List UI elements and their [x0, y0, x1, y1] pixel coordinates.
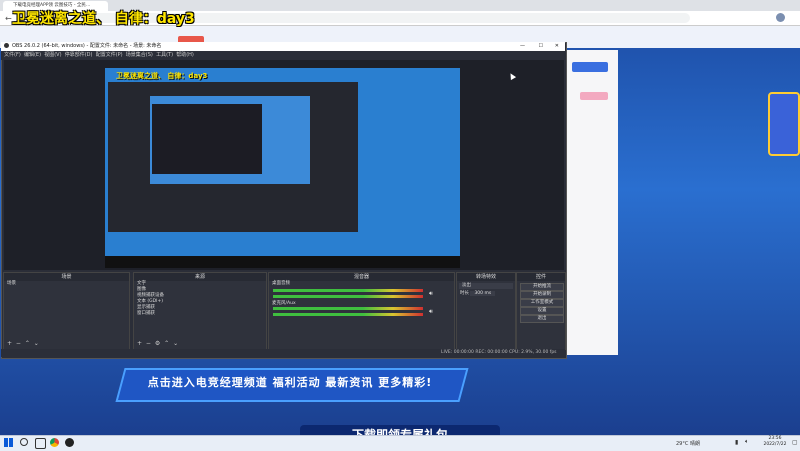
controls-dock-title: 控件 — [517, 273, 565, 281]
chrome-icon[interactable] — [50, 438, 59, 447]
transitions-dock: 转场特效 淡出 时长 300 ms — [456, 272, 516, 350]
clock-date: 2022/7/22 — [763, 442, 787, 447]
taskbar-clock[interactable]: 23:56 2022/7/22 — [757, 436, 793, 448]
floating-ad[interactable] — [768, 92, 800, 156]
start-icon[interactable] — [4, 438, 13, 447]
settings-button[interactable]: 设置 — [520, 307, 564, 315]
menu-file[interactable]: 文件(F) — [4, 52, 21, 58]
task-view-icon[interactable] — [35, 438, 46, 449]
back-icon[interactable]: ← — [5, 14, 12, 23]
right-sidebar-button[interactable] — [572, 62, 608, 72]
scenes-dock-controls[interactable]: + − ⌃ ⌄ — [7, 340, 40, 347]
obs-status-bar: LIVE: 00:00:00 REC: 00:00:00 CPU: 2.9%, … — [1, 349, 565, 357]
profile-avatar[interactable] — [776, 13, 785, 22]
sources-dock-title: 来源 — [134, 273, 266, 281]
obs-titlebar: OBS 26.0.2 (64-bit, windows) - 配置文件: 未命名… — [1, 42, 565, 51]
close-window-icon[interactable]: ✕ — [555, 42, 559, 51]
sources-dock: 来源 文字 图像 视频捕获设备 文本 (GDI+) 显示捕获 窗口捕获 + − … — [133, 272, 267, 350]
transition-select[interactable]: 淡出 — [459, 283, 513, 289]
audio-meter — [273, 289, 423, 292]
volume-slider[interactable] — [273, 295, 423, 298]
sources-dock-controls[interactable]: + − ⚙ ⌃ ⌄ — [137, 340, 179, 347]
menu-scene-collection[interactable]: 场景集合(S) — [126, 52, 153, 58]
start-recording-button[interactable]: 开始录制 — [520, 291, 564, 299]
menu-edit[interactable]: 编辑(E) — [24, 52, 41, 58]
controls-dock: 控件 开始推流 开始录制 工作室模式 设置 退出 — [516, 272, 566, 350]
mute-icon[interactable]: 🔊︎ — [429, 290, 433, 298]
right-sidebar-tag[interactable] — [580, 92, 608, 100]
studio-mode-button[interactable]: 工作室模式 — [520, 299, 564, 307]
start-streaming-button[interactable]: 开始推流 — [520, 283, 564, 291]
notification-icon[interactable]: ▢ — [792, 439, 798, 446]
promo-text[interactable]: 点击进入电竞经理频道 福利活动 最新资讯 更多精彩! — [130, 374, 450, 392]
transition-duration-input[interactable]: 300 ms — [470, 291, 496, 296]
maximize-icon[interactable]: ☐ — [539, 42, 543, 51]
audio-meter — [273, 307, 423, 310]
network-icon[interactable]: ▮ — [735, 439, 738, 446]
transition-duration-row: 时长 300 ms — [457, 291, 515, 297]
obs-status-text: LIVE: 00:00:00 REC: 00:00:00 CPU: 2.9%, … — [441, 350, 557, 355]
menu-view[interactable]: 视图(V) — [44, 52, 61, 58]
scenes-dock-title: 场景 — [4, 273, 129, 281]
transition-duration-label: 时长 — [460, 291, 469, 296]
overlay-title-nested: 卫冕迷离之道、 自律：day3 — [116, 72, 208, 80]
exit-button[interactable]: 退出 — [520, 315, 564, 323]
scene-item[interactable]: 场景 — [4, 281, 129, 287]
menu-help[interactable]: 帮助(H) — [176, 52, 194, 58]
nested-capture-3 — [152, 104, 262, 174]
obs-icon[interactable] — [65, 438, 74, 447]
scenes-dock: 场景 场景 + − ⌃ ⌄ — [3, 272, 130, 350]
overlay-title: 卫冕迷离之道、 自律：day3 — [12, 11, 195, 27]
mixer-dock: 混音器 桌面音频 🔊︎ 麦克风/Aux 🔊︎ — [268, 272, 455, 350]
obs-logo-icon — [4, 43, 9, 48]
minimize-icon[interactable]: — — [520, 42, 525, 51]
menu-docks[interactable]: 停靠部件(D) — [65, 52, 93, 58]
mute-icon[interactable]: 🔊︎ — [429, 308, 433, 316]
capture-taskbar — [105, 256, 460, 268]
search-icon[interactable] — [20, 438, 28, 446]
transitions-dock-title: 转场特效 — [457, 273, 515, 281]
volume-slider[interactable] — [273, 313, 423, 316]
source-item[interactable]: 窗口捕获 — [134, 311, 266, 317]
obs-window-title: OBS 26.0.2 (64-bit, windows) - 配置文件: 未命名… — [12, 43, 162, 49]
obs-menubar: 文件(F) 编辑(E) 视图(V) 停靠部件(D) 配置文件(P) 场景集合(S… — [1, 51, 565, 60]
volume-icon[interactable]: 🔈︎ — [745, 438, 749, 446]
mixer-dock-title: 混音器 — [269, 273, 454, 281]
weather-widget[interactable]: 29°C 晴朗 — [676, 440, 700, 447]
menu-profile[interactable]: 配置文件(P) — [96, 52, 123, 58]
menu-tools[interactable]: 工具(T) — [156, 52, 173, 58]
mixer-track-label: 桌面音频 — [272, 281, 290, 286]
